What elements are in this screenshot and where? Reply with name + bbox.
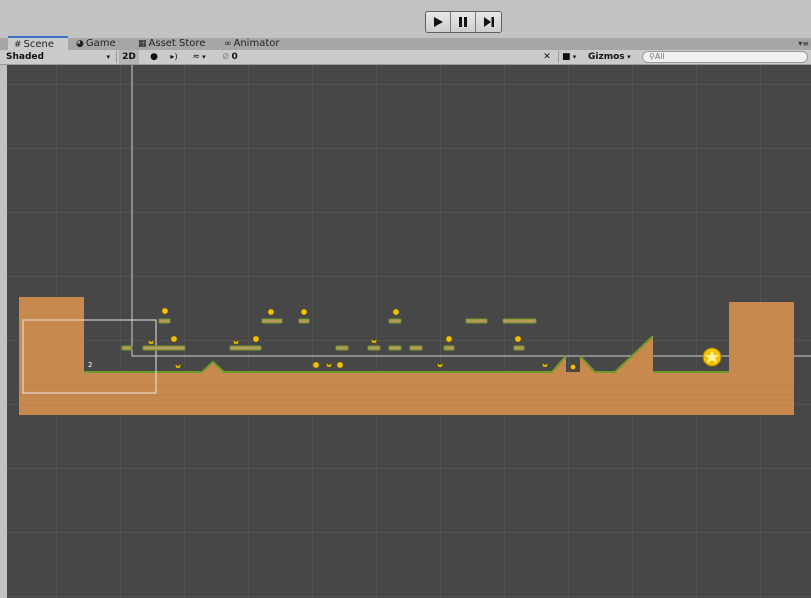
pause-button[interactable] [451, 12, 476, 32]
platform [367, 345, 381, 351]
platform [388, 345, 402, 351]
hidden-count: 0 [231, 52, 238, 62]
play-controls [425, 11, 502, 33]
gizmos-dropdown[interactable]: Gizmos ▾ [588, 50, 636, 64]
play-controls-bar [0, 0, 811, 38]
wrench-icon: ✕ [543, 52, 551, 62]
divider [116, 51, 117, 63]
coin [161, 307, 169, 315]
coin [514, 335, 522, 343]
coin [570, 364, 576, 370]
lighting-toggle[interactable]: ● [147, 50, 161, 64]
platform [142, 345, 186, 351]
play-icon [434, 17, 443, 27]
platform [261, 318, 283, 324]
step-icon [483, 17, 494, 27]
hidden-objects-toggle[interactable]: ⊘ 0 [222, 50, 252, 64]
scene-toolbar: Shaded ▾ 2D ● ▸) ≈ ▾ ⊘ 0 ✕ ■ ▾ Gizmos ▾ ⚲… [0, 50, 811, 65]
shading-mode-label: Shaded [6, 52, 44, 62]
enemies [147, 338, 549, 369]
camera-icon: ■ [562, 52, 571, 62]
coin [267, 308, 275, 316]
chevron-down-icon: ▾ [624, 53, 631, 61]
step-button[interactable] [476, 12, 501, 32]
coin [445, 335, 453, 343]
scene-canvas: 2 [19, 65, 811, 415]
platforms [121, 318, 537, 351]
tab-scene-label: Scene [23, 39, 55, 50]
coins [161, 307, 576, 370]
mode-2d-toggle[interactable]: 2D [119, 50, 139, 64]
enemy [174, 363, 182, 369]
pause-icon [459, 17, 467, 27]
enemy [325, 362, 333, 368]
platform [335, 345, 349, 351]
effects-icon: ≈ [192, 52, 200, 62]
platform [158, 318, 171, 324]
tab-scene[interactable]: # Scene [8, 36, 68, 50]
platform [502, 318, 537, 324]
tab-game-label: Game [85, 38, 116, 49]
coin [392, 308, 400, 316]
editor-tab-bar: # Scene ◕ Game ▦ Asset Store ∞ Animator ▾≡ [0, 36, 811, 50]
left-panel-edge [0, 65, 7, 598]
tools-button[interactable]: ✕ [538, 50, 556, 64]
tab-animator[interactable]: ∞ Animator [224, 38, 279, 50]
pacman-icon: ◕ [76, 39, 84, 49]
goal-star [702, 347, 722, 367]
search-input[interactable]: ⚲All [642, 51, 808, 63]
animator-icon: ∞ [224, 39, 232, 49]
mode-2d-label: 2D [122, 52, 136, 62]
tab-animator-label: Animator [233, 38, 280, 49]
effects-dropdown[interactable]: ≈ ▾ [186, 50, 212, 64]
tab-menu-icon[interactable]: ▾≡ [798, 38, 809, 50]
coin [336, 361, 344, 369]
coin [252, 335, 260, 343]
search-placeholder: All [654, 52, 665, 61]
platform [229, 345, 262, 351]
enemy [232, 339, 240, 345]
store-icon: ▦ [138, 39, 147, 49]
platform [121, 345, 133, 351]
chevron-down-icon: ▾ [570, 53, 577, 61]
enemy [147, 339, 155, 345]
divider [558, 51, 559, 63]
lightbulb-icon: ● [150, 52, 158, 62]
scene-label: 2 [88, 361, 92, 369]
platform [388, 318, 402, 324]
camera-dropdown[interactable]: ■ ▾ [562, 50, 586, 64]
chevron-down-icon: ▾ [106, 53, 110, 61]
speaker-icon: ▸) [170, 52, 178, 61]
audio-toggle[interactable]: ▸) [166, 50, 182, 64]
platform [465, 318, 488, 324]
eye-slash-icon: ⊘ [222, 52, 230, 62]
platform [443, 345, 455, 351]
tab-asset-store[interactable]: ▦ Asset Store [138, 38, 205, 50]
platform [409, 345, 423, 351]
coin [312, 361, 320, 369]
tab-game[interactable]: ◕ Game [76, 38, 116, 50]
enemy [436, 362, 444, 368]
shading-mode-dropdown[interactable]: Shaded ▾ [6, 50, 114, 64]
chevron-down-icon: ▾ [199, 53, 206, 61]
play-button[interactable] [426, 12, 451, 32]
scene-view[interactable]: 2 [7, 65, 811, 598]
enemy [370, 338, 378, 344]
platform [513, 345, 525, 351]
coin [300, 308, 308, 316]
tab-asset-store-label: Asset Store [148, 38, 206, 49]
platform [298, 318, 310, 324]
coin [170, 335, 178, 343]
gizmos-label: Gizmos [588, 52, 625, 62]
enemy [541, 362, 549, 368]
